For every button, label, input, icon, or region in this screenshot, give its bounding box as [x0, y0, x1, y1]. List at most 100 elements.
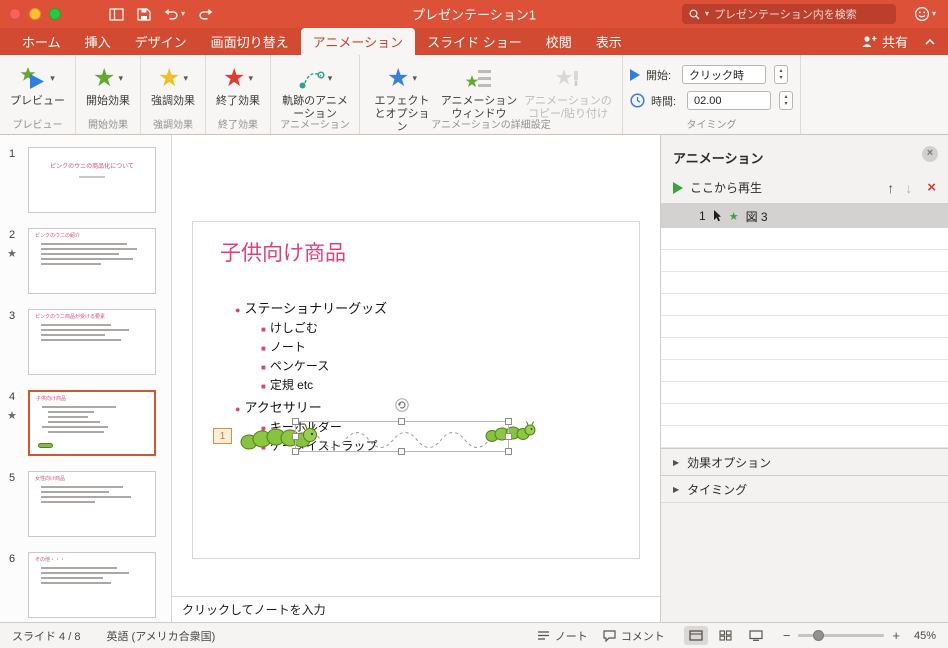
group-label-motion: アニメーション: [280, 120, 350, 131]
start-dropdown[interactable]: クリック時: [682, 65, 766, 84]
slide-4[interactable]: 子供向け商品 ● ステーショナリーグッズ ■ けしごむ ■ ノート ■ ペンケース ■ 定…: [192, 221, 640, 559]
resize-handle[interactable]: [505, 418, 512, 425]
slide-title-text[interactable]: 子供向け商品: [220, 237, 346, 267]
animation-list-item-selected[interactable]: 1 ★ 図 3: [661, 204, 948, 228]
section-timing[interactable]: ▶ タイミング: [661, 475, 948, 502]
search-icon: [689, 8, 700, 19]
tab-insert[interactable]: 挿入: [73, 28, 123, 55]
section-effect-options[interactable]: ▶ 効果オプション: [661, 448, 948, 475]
slideshow-icon: [749, 630, 763, 641]
duration-label: 時間:: [651, 95, 677, 108]
resize-handle[interactable]: [398, 448, 405, 455]
start-play-icon: [630, 68, 640, 81]
animation-number-badge[interactable]: 1: [213, 428, 232, 444]
slide-thumbnail-3[interactable]: ピンクのウニ商品が受ける要素: [28, 309, 156, 375]
animation-list-empty-row: [661, 272, 948, 294]
zoom-in-icon[interactable]: +: [892, 628, 900, 643]
preview-button[interactable]: ▾ プレビュー: [10, 62, 65, 108]
resize-handle[interactable]: [398, 418, 405, 425]
tab-design[interactable]: デザイン: [123, 28, 199, 55]
slide-thumbnail-4-selected[interactable]: 子供向け商品: [28, 390, 156, 456]
exit-star-icon: ★: [223, 64, 246, 92]
ribbon-tab-bar: ホーム 挿入 デザイン 画面切り替え アニメーション スライド ショー 校閲 表…: [0, 28, 948, 55]
undo-button[interactable]: ▾: [164, 8, 185, 20]
notes-input[interactable]: クリックしてノートを入力: [172, 596, 660, 622]
share-person-icon: [862, 36, 877, 47]
duration-input[interactable]: 02.00: [687, 91, 771, 110]
share-button[interactable]: 共有: [861, 32, 908, 51]
animation-list-empty-row: [661, 404, 948, 426]
zoom-percentage[interactable]: 45%: [908, 630, 936, 642]
start-stepper[interactable]: ▴ ▾: [774, 65, 788, 84]
minimize-window-button[interactable]: [29, 8, 41, 20]
resize-handle[interactable]: [292, 448, 299, 455]
zoom-slider-thumb[interactable]: [813, 629, 825, 641]
group-label-preview: プレビュー: [12, 120, 63, 131]
zoom-slider[interactable]: [798, 629, 885, 641]
feedback-button[interactable]: ▾: [914, 6, 936, 22]
show-tabs-icon[interactable]: [109, 7, 124, 21]
tab-transitions[interactable]: 画面切り替え: [199, 28, 301, 55]
resize-handle[interactable]: [505, 448, 512, 455]
notes-toggle-button[interactable]: ノート: [537, 628, 588, 644]
selection-bounding-box[interactable]: [292, 398, 512, 455]
tab-slideshow[interactable]: スライド ショー: [415, 28, 534, 55]
resize-handle[interactable]: [292, 418, 299, 425]
emphasis-star-icon: ★: [158, 64, 181, 92]
feedback-caret-icon: ▾: [931, 9, 936, 18]
title-bar: ▾ プレゼンテーション1 ▾ プレゼンテーション内を検索 ▾: [0, 0, 948, 28]
slide-thumbnail-6[interactable]: その他・・・: [28, 552, 156, 618]
animation-list-empty-row: [661, 250, 948, 272]
slideshow-view-button[interactable]: [744, 626, 768, 645]
tab-animations[interactable]: アニメーション: [300, 28, 416, 55]
redo-button[interactable]: [198, 8, 213, 20]
disclosure-triangle-icon: ▶: [673, 484, 680, 494]
search-input[interactable]: ▾ プレゼンテーション内を検索: [682, 4, 896, 24]
close-pane-icon[interactable]: ×: [922, 146, 938, 162]
tab-view[interactable]: 表示: [584, 28, 634, 55]
notes-icon: [537, 631, 549, 640]
slide-sorter-view-button[interactable]: [714, 626, 738, 645]
normal-view-button[interactable]: [683, 626, 708, 645]
entrance-effect-button[interactable]: ★ ▾ 開始効果: [86, 62, 130, 108]
resize-handle[interactable]: [505, 432, 512, 440]
ribbon-group-entrance: ★ ▾ 開始効果 開始効果: [76, 55, 141, 134]
exit-effect-button[interactable]: ★ ▾ 終了効果: [216, 62, 260, 108]
slide-canvas: 子供向け商品 ● ステーショナリーグッズ ■ けしごむ ■ ノート ■ ペンケース ■ 定…: [172, 135, 660, 596]
move-later-icon[interactable]: ↓: [905, 180, 912, 196]
undo-caret-icon[interactable]: ▾: [181, 10, 185, 18]
animation-pane-toolbar: ここから再生 ↑ ↓ ×: [661, 173, 948, 203]
status-bar: スライド 4 / 8 英語 (アメリカ合衆国) ノート コメント − + 45%: [0, 622, 948, 648]
tab-review[interactable]: 校閲: [534, 28, 584, 55]
thumbnail-row-3: 3 ピンクのウニ商品が受ける要素: [0, 309, 171, 390]
resize-handle[interactable]: [292, 432, 299, 440]
language-indicator[interactable]: 英語 (アメリカ合衆国): [106, 628, 215, 644]
save-button[interactable]: [137, 7, 151, 21]
search-scope-caret-icon[interactable]: ▾: [705, 10, 709, 18]
bullet-line: ● アクセサリー: [235, 400, 322, 415]
duration-stepper[interactable]: ▴ ▾: [779, 91, 793, 110]
play-from-icon[interactable]: [673, 181, 683, 194]
zoom-window-button[interactable]: [49, 8, 61, 20]
emphasis-effect-button[interactable]: ★ ▾ 強調効果: [151, 62, 195, 108]
emphasis-caret-icon: ▾: [183, 73, 188, 83]
slide-thumbnail-5[interactable]: 女性向け商品: [28, 471, 156, 537]
move-earlier-icon[interactable]: ↑: [887, 180, 894, 196]
zoom-out-icon[interactable]: −: [783, 628, 791, 643]
comments-toggle-button[interactable]: コメント: [603, 628, 665, 644]
slide-thumbnail-2[interactable]: ピンクのウニの紹介: [28, 228, 156, 294]
motion-animation-icon: ★: [728, 210, 739, 223]
duration-clock-icon: [630, 93, 645, 108]
close-window-button[interactable]: [9, 8, 21, 20]
motion-path-button[interactable]: ▾ 軌跡のアニメーション: [281, 62, 349, 121]
collapse-ribbon-icon[interactable]: [924, 38, 936, 46]
animation-window-button[interactable]: アニメーションウィンドウ: [440, 62, 518, 121]
tab-home[interactable]: ホーム: [10, 28, 73, 55]
thumbnail-row-4: 4 ★ 子供向け商品: [0, 390, 171, 471]
preview-caret-icon: ▾: [50, 73, 55, 83]
group-label-entrance: 開始効果: [88, 120, 128, 131]
play-from-label[interactable]: ここから再生: [690, 179, 880, 196]
slide-thumbnail-1[interactable]: ピンクのウニの商品化について: [28, 147, 156, 213]
delete-animation-icon[interactable]: ×: [927, 179, 936, 196]
rotate-handle[interactable]: [395, 398, 409, 412]
